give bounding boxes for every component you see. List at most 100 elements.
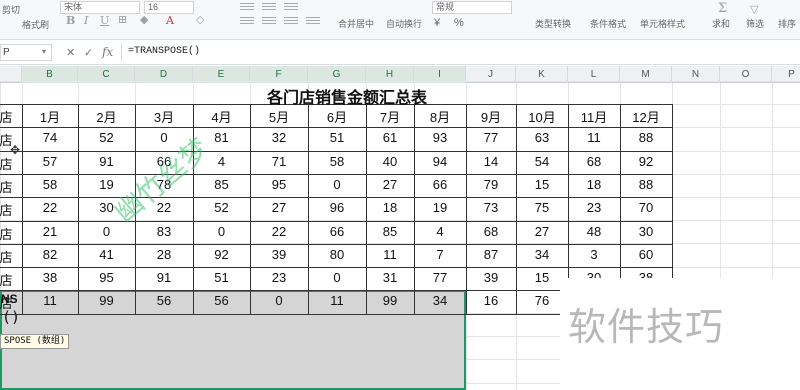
table-cell[interactable]: 52 <box>193 200 250 215</box>
border-icon[interactable]: ⊞ <box>118 13 127 26</box>
table-cell[interactable]: 38 <box>22 270 78 285</box>
filter-icon[interactable]: ▽ <box>750 3 758 16</box>
percent-icon[interactable]: % <box>454 17 464 29</box>
italic-icon[interactable]: I <box>84 14 88 27</box>
table-cell[interactable]: 30 <box>620 224 672 239</box>
table-cell[interactable]: 54 <box>516 154 568 169</box>
table-cell[interactable]: 28 <box>135 247 193 262</box>
underline-icon[interactable]: U <box>100 14 109 27</box>
table-cell[interactable]: 22 <box>250 224 308 239</box>
table-cell[interactable]: 66 <box>414 177 466 192</box>
table-cell[interactable]: 83 <box>135 224 193 239</box>
table-cell[interactable]: 74 <box>22 130 78 145</box>
table-cell[interactable]: 75 <box>516 200 568 215</box>
table-cell[interactable]: 91 <box>135 270 193 285</box>
table-cell[interactable]: 0 <box>308 177 366 192</box>
table-cell[interactable]: 51 <box>193 270 250 285</box>
table-cell[interactable]: 18 <box>366 200 414 215</box>
table-cell[interactable]: 79 <box>466 177 516 192</box>
table-cell[interactable]: 21 <box>22 224 78 239</box>
table-cell[interactable]: 48 <box>568 224 620 239</box>
align-middle-icon[interactable] <box>262 3 276 13</box>
table-cell[interactable]: 39 <box>466 270 516 285</box>
font-size-select[interactable]: 16 <box>144 1 194 14</box>
table-cell[interactable]: 77 <box>414 270 466 285</box>
table-cell[interactable]: 85 <box>193 177 250 192</box>
table-cell[interactable]: 34 <box>414 293 466 308</box>
table-cell[interactable]: 16 <box>466 293 516 308</box>
cut-button[interactable]: 剪切 <box>2 3 20 16</box>
table-cell[interactable]: 19 <box>414 200 466 215</box>
font-name-select[interactable]: 宋体 <box>60 1 140 14</box>
table-cell[interactable]: 85 <box>366 224 414 239</box>
cancel-icon[interactable]: ✕ <box>66 46 75 59</box>
table-cell[interactable]: 66 <box>308 224 366 239</box>
table-cell[interactable]: 82 <box>22 247 78 262</box>
number-format-select[interactable]: 常规 <box>432 1 512 14</box>
table-cell[interactable]: 23 <box>568 200 620 215</box>
sum-icon[interactable]: Σ <box>718 1 727 16</box>
table-cell[interactable]: 0 <box>308 270 366 285</box>
table-cell[interactable]: 27 <box>366 177 414 192</box>
table-cell[interactable]: 96 <box>308 200 366 215</box>
table-cell[interactable]: 88 <box>620 130 672 145</box>
sum-button[interactable]: 求和 <box>712 17 730 30</box>
table-cell[interactable]: 0 <box>250 293 308 308</box>
merge-center-button[interactable]: 合并居中 <box>338 17 374 30</box>
confirm-icon[interactable]: ✓ <box>84 46 93 59</box>
currency-icon[interactable]: ¥ <box>434 17 440 29</box>
chevron-down-icon[interactable]: ▾ <box>42 47 46 56</box>
table-cell[interactable]: 23 <box>250 270 308 285</box>
table-cell[interactable]: 63 <box>516 130 568 145</box>
table-cell[interactable]: 70 <box>620 200 672 215</box>
table-cell[interactable]: 58 <box>22 177 78 192</box>
table-cell[interactable]: 56 <box>135 293 193 308</box>
table-cell[interactable]: 41 <box>78 247 135 262</box>
table-cell[interactable]: 51 <box>308 130 366 145</box>
table-cell[interactable]: 92 <box>620 154 672 169</box>
table-cell[interactable]: 68 <box>568 154 620 169</box>
table-cell[interactable]: 68 <box>466 224 516 239</box>
table-cell[interactable]: 88 <box>620 177 672 192</box>
table-cell[interactable]: 14 <box>466 154 516 169</box>
table-cell[interactable]: 80 <box>308 247 366 262</box>
table-cell[interactable]: 11 <box>308 293 366 308</box>
table-cell[interactable]: 87 <box>466 247 516 262</box>
align-top-icon[interactable] <box>240 3 254 13</box>
table-cell[interactable]: 95 <box>250 177 308 192</box>
distribute-icon[interactable] <box>306 17 320 27</box>
table-cell[interactable]: 94 <box>414 154 466 169</box>
filter-button[interactable]: 筛选 <box>746 17 764 30</box>
table-cell[interactable]: 73 <box>466 200 516 215</box>
fill-color-icon[interactable]: ◆ <box>140 13 148 26</box>
table-cell[interactable]: 91 <box>78 154 135 169</box>
cell-style-button[interactable]: 单元格样式 <box>640 17 685 30</box>
table-cell[interactable]: 7 <box>414 247 466 262</box>
table-cell[interactable]: 71 <box>250 154 308 169</box>
table-cell[interactable]: 60 <box>620 247 672 262</box>
table-cell[interactable]: 15 <box>516 177 568 192</box>
table-cell[interactable]: 39 <box>250 247 308 262</box>
table-cell[interactable]: 0 <box>193 224 250 239</box>
table-cell[interactable]: 56 <box>193 293 250 308</box>
font-color-icon[interactable]: A <box>166 14 174 27</box>
table-cell[interactable]: 34 <box>516 247 568 262</box>
table-cell[interactable]: 27 <box>516 224 568 239</box>
table-cell[interactable]: 11 <box>366 247 414 262</box>
table-cell[interactable]: 40 <box>366 154 414 169</box>
clear-icon[interactable]: ◇ <box>196 13 204 26</box>
align-center-icon[interactable] <box>262 17 276 27</box>
table-cell[interactable]: 11 <box>568 130 620 145</box>
table-cell[interactable]: 61 <box>366 130 414 145</box>
table-cell[interactable]: 4 <box>414 224 466 239</box>
align-right-icon[interactable] <box>284 17 298 27</box>
table-cell[interactable]: 99 <box>366 293 414 308</box>
editing-paren[interactable]: () <box>2 308 20 326</box>
type-convert-button[interactable]: 类型转换 <box>535 17 571 30</box>
table-cell[interactable]: 58 <box>308 154 366 169</box>
table-cell[interactable]: 52 <box>78 130 135 145</box>
align-bottom-icon[interactable] <box>284 3 298 13</box>
table-cell[interactable]: 31 <box>366 270 414 285</box>
table-cell[interactable]: 93 <box>414 130 466 145</box>
fx-icon[interactable]: fx <box>102 45 113 59</box>
